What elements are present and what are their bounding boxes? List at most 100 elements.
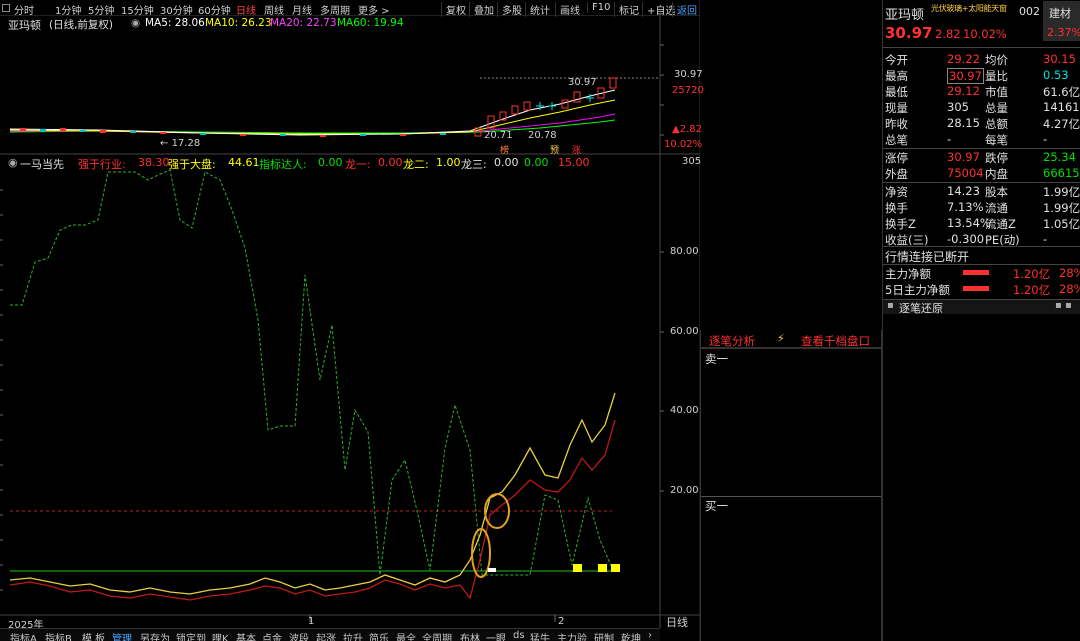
dropdown-icon[interactable]: ◉ bbox=[8, 156, 18, 169]
quote-row: 外盘 75004 内盘 66615 bbox=[883, 166, 1080, 182]
yellow-line bbox=[9, 392, 616, 595]
section-menu-icon[interactable]: ▪ ▪ bbox=[1055, 300, 1072, 311]
quote-row: 总笔 - 每笔 - bbox=[883, 132, 1080, 148]
candle-mark: 预 bbox=[550, 146, 560, 156]
quote-value: 1.05亿 bbox=[1043, 217, 1080, 231]
section-title[interactable]: 逐笔还原 bbox=[899, 300, 943, 316]
tab-button[interactable]: 哩K bbox=[212, 630, 229, 641]
quote-label: 昨收 bbox=[885, 117, 908, 131]
sell-one-label: 卖一 bbox=[705, 352, 728, 366]
indicator-name: 一马当先 bbox=[20, 158, 64, 171]
quote-value: 25.34 bbox=[1043, 150, 1076, 164]
quote-value: 1.99亿 bbox=[1043, 185, 1080, 199]
quote-label: 量比 bbox=[985, 69, 1008, 83]
x-axis-month: 2 bbox=[558, 616, 565, 627]
tab-button[interactable]: 拉升 bbox=[343, 630, 363, 641]
ind-d-value: 0.00 bbox=[378, 156, 403, 169]
change-label: ▲2.82 bbox=[672, 124, 702, 135]
quote-label: 总量 bbox=[985, 101, 1008, 115]
tab-button[interactable]: ds bbox=[513, 630, 525, 641]
tab-tick-analysis[interactable]: 逐笔分析 bbox=[709, 333, 755, 349]
quote-row: 今开 29.22 均价 30.15 bbox=[883, 52, 1080, 68]
ind-h-value: 15.00 bbox=[558, 156, 590, 169]
price-pct: 10.02% bbox=[963, 27, 1007, 41]
tab-button[interactable]: 简乐 bbox=[369, 630, 389, 641]
quote-row: 现量 305 总量 141619 bbox=[883, 100, 1080, 116]
quote-value: 1.99亿 bbox=[1043, 201, 1080, 215]
ind-scale-label: 20.00 bbox=[670, 485, 699, 496]
sector-name[interactable]: 建材 bbox=[1049, 5, 1071, 21]
quote-label: 流通Z bbox=[985, 217, 1016, 231]
flow-value: 1.20亿 bbox=[1013, 267, 1051, 281]
ma5-line bbox=[9, 89, 616, 136]
ind-scale-label: 40.00 bbox=[670, 405, 699, 416]
flow-bar bbox=[963, 270, 989, 275]
tab-orderbook[interactable]: 查看千档盘口 bbox=[801, 333, 870, 349]
quote-label: 内盘 bbox=[985, 167, 1008, 181]
tab-button[interactable]: 点金 bbox=[262, 630, 282, 641]
indicator-tabs: 指标A 指标B 模 板 管理 另存为 锁定到 哩K 基本 点金 波段 起涨 拉升… bbox=[0, 628, 660, 641]
tab-button[interactable]: 另存为 bbox=[140, 630, 170, 641]
quote-value: 4.27亿 bbox=[1043, 117, 1080, 131]
lightning-icon[interactable]: ⚡ bbox=[777, 332, 785, 345]
quote-value: 29.22 bbox=[947, 52, 980, 66]
concept-tag: 光伏玻璃+太阳能天窗 bbox=[931, 4, 1007, 13]
quote-label: 最高 bbox=[885, 69, 908, 83]
quote-label: 总笔 bbox=[885, 133, 908, 147]
tab-button-active[interactable]: 管理 bbox=[112, 630, 132, 641]
candles bbox=[20, 77, 617, 137]
tab-button[interactable]: 主力验 bbox=[557, 630, 587, 641]
sector-pct: 2.37% bbox=[1047, 26, 1080, 39]
flow-label: 主力净额 bbox=[885, 267, 931, 281]
quote-label: 流通 bbox=[985, 201, 1008, 215]
candle-mark: 榜 bbox=[500, 146, 510, 156]
tab-button[interactable]: 乾坤 bbox=[621, 630, 641, 641]
tab-button[interactable]: 模 板 bbox=[82, 630, 105, 641]
tab-button[interactable]: 起涨 bbox=[316, 630, 336, 641]
price-tag-mid: 20.71 bbox=[484, 130, 513, 141]
quote-label: 外盘 bbox=[885, 167, 908, 181]
chart-canvas[interactable] bbox=[0, 0, 700, 641]
quote-value: 141619 bbox=[1043, 100, 1080, 114]
tab-button[interactable]: 锁定到 bbox=[176, 630, 206, 641]
quote-value: - bbox=[1043, 232, 1048, 246]
candle-mark: 涨 bbox=[572, 146, 582, 156]
quote-label: 净资 bbox=[885, 185, 908, 199]
stock-code: 002 bbox=[1019, 5, 1040, 18]
tab-button[interactable]: 研制 bbox=[594, 630, 614, 641]
ind-b-label: 强于大盘: bbox=[168, 158, 216, 171]
tab-button[interactable]: 波段 bbox=[289, 630, 309, 641]
tabs-scroll-icon[interactable]: › bbox=[648, 630, 652, 641]
tab-button[interactable]: 猛牛 bbox=[530, 630, 550, 641]
period-label: 日线 bbox=[666, 616, 688, 629]
tab-button[interactable]: 基本 bbox=[236, 630, 256, 641]
quote-value: 61.6亿 bbox=[1043, 85, 1080, 99]
section-collapse-icon[interactable]: ▪ bbox=[887, 300, 894, 311]
green-dashed-line bbox=[10, 169, 613, 576]
quote-value: - bbox=[1043, 132, 1048, 146]
price-tag-low: ← 17.28 bbox=[160, 138, 201, 149]
volume-label: 25720 bbox=[672, 85, 704, 96]
quote-value: 0.53 bbox=[1043, 68, 1069, 82]
ind-a-label: 强于行业: bbox=[78, 158, 126, 171]
quote-label: 最低 bbox=[885, 85, 908, 99]
quote-label: 换手 bbox=[885, 201, 908, 215]
ind-f-label: 龙三: bbox=[461, 158, 487, 171]
red-line bbox=[9, 419, 616, 601]
quote-label: 每笔 bbox=[985, 133, 1008, 147]
tab-button[interactable]: 指标B bbox=[45, 630, 72, 641]
tab-button[interactable]: 最全 bbox=[396, 630, 416, 641]
tab-button[interactable]: 指标A bbox=[10, 630, 37, 641]
quote-label: 均价 bbox=[985, 53, 1008, 67]
ind-a-value: 38.30 bbox=[138, 156, 170, 169]
quote-label: 股本 bbox=[985, 185, 1008, 199]
tab-button[interactable]: 一眼 bbox=[486, 630, 506, 641]
connection-status: 行情连接已断开 bbox=[885, 250, 970, 264]
quote-row: 昨收 28.15 总额 4.27亿 bbox=[883, 116, 1080, 132]
tab-button[interactable]: 布林 bbox=[460, 630, 480, 641]
ind-scale-label: 60.00 bbox=[670, 326, 699, 337]
tab-button[interactable]: 全周期 bbox=[422, 630, 452, 641]
flow-bar bbox=[963, 286, 989, 291]
flow-value: 1.20亿 bbox=[1013, 283, 1051, 297]
ind-c-value: 0.00 bbox=[318, 156, 343, 169]
